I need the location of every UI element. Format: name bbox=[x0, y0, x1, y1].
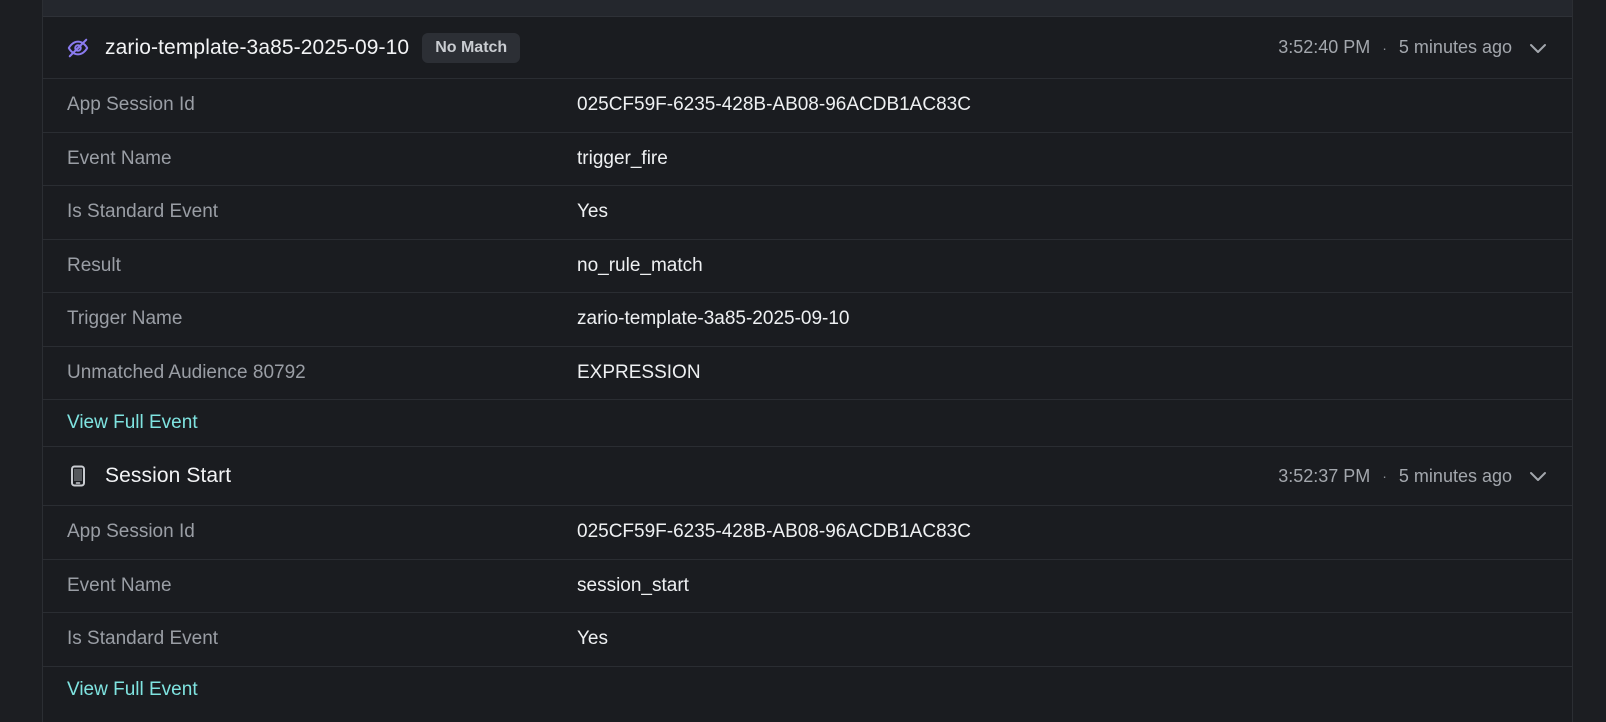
event-relative-time: 5 minutes ago bbox=[1398, 37, 1512, 57]
event-timestamp: 3:52:37 PM · 5 minutes ago bbox=[1278, 466, 1512, 487]
chevron-down-icon[interactable] bbox=[1528, 466, 1548, 486]
separator: · bbox=[1382, 39, 1387, 56]
property-key: Result bbox=[67, 254, 121, 276]
event-timestamp: 3:52:40 PM · 5 minutes ago bbox=[1278, 37, 1512, 58]
property-key: Is Standard Event bbox=[67, 201, 219, 223]
property-value: session_start bbox=[577, 574, 689, 596]
property-value: zario-template-3a85-2025-09-10 bbox=[577, 308, 850, 330]
property-row: Event Name session_start bbox=[43, 560, 1572, 613]
property-value: trigger_fire bbox=[577, 147, 668, 169]
property-key: Trigger Name bbox=[67, 308, 183, 330]
event-title: zario-template-3a85-2025-09-10 bbox=[105, 35, 410, 59]
property-row: App Session Id 025CF59F-6235-428B-AB08-9… bbox=[43, 79, 1572, 133]
view-full-event-row: View Full Event bbox=[43, 667, 1572, 713]
event-time: 3:52:40 PM bbox=[1278, 37, 1371, 57]
event-time: 3:52:37 PM bbox=[1278, 465, 1371, 486]
view-full-event-link[interactable]: View Full Event bbox=[67, 679, 198, 701]
property-key: Unmatched Audience 80792 bbox=[67, 361, 306, 383]
eye-slash-icon bbox=[67, 37, 89, 59]
view-full-event-row: View Full Event bbox=[43, 400, 1572, 446]
property-row: Is Standard Event Yes bbox=[43, 186, 1572, 240]
page: zario-template-3a85-2025-09-10 No Match … bbox=[0, 0, 1606, 722]
status-badge: No Match bbox=[422, 32, 521, 63]
chevron-down-icon[interactable] bbox=[1528, 38, 1548, 58]
property-row: App Session Id 025CF59F-6235-428B-AB08-9… bbox=[43, 506, 1572, 560]
property-key: App Session Id bbox=[67, 94, 195, 116]
separator: · bbox=[1382, 468, 1387, 484]
previous-event-edge bbox=[43, 0, 1572, 17]
property-key: Event Name bbox=[67, 574, 172, 596]
property-row: Unmatched Audience 80792 EXPRESSION bbox=[43, 347, 1572, 400]
property-value: EXPRESSION bbox=[577, 361, 701, 383]
property-key: App Session Id bbox=[67, 521, 195, 543]
property-row: Event Name trigger_fire bbox=[43, 133, 1572, 186]
property-row: Trigger Name zario-template-3a85-2025-09… bbox=[43, 293, 1572, 347]
events-panel: zario-template-3a85-2025-09-10 No Match … bbox=[42, 0, 1573, 722]
event-header[interactable]: Session Start 3:52:37 PM · 5 minutes ago bbox=[43, 446, 1572, 506]
event-relative-time: 5 minutes ago bbox=[1398, 465, 1512, 486]
mobile-device-icon bbox=[67, 465, 89, 487]
property-value: Yes bbox=[577, 628, 608, 650]
property-value: 025CF59F-6235-428B-AB08-96ACDB1AC83C bbox=[577, 521, 971, 543]
property-key: Event Name bbox=[67, 147, 172, 169]
event-title: Session Start bbox=[105, 464, 232, 487]
event-header[interactable]: zario-template-3a85-2025-09-10 No Match … bbox=[43, 17, 1572, 79]
property-row: Is Standard Event Yes bbox=[43, 613, 1572, 667]
view-full-event-link[interactable]: View Full Event bbox=[67, 412, 198, 434]
property-value: Yes bbox=[577, 201, 608, 223]
property-value: 025CF59F-6235-428B-AB08-96ACDB1AC83C bbox=[577, 94, 971, 116]
property-row: Result no_rule_match bbox=[43, 240, 1572, 293]
property-key: Is Standard Event bbox=[67, 628, 219, 650]
property-value: no_rule_match bbox=[577, 254, 703, 276]
